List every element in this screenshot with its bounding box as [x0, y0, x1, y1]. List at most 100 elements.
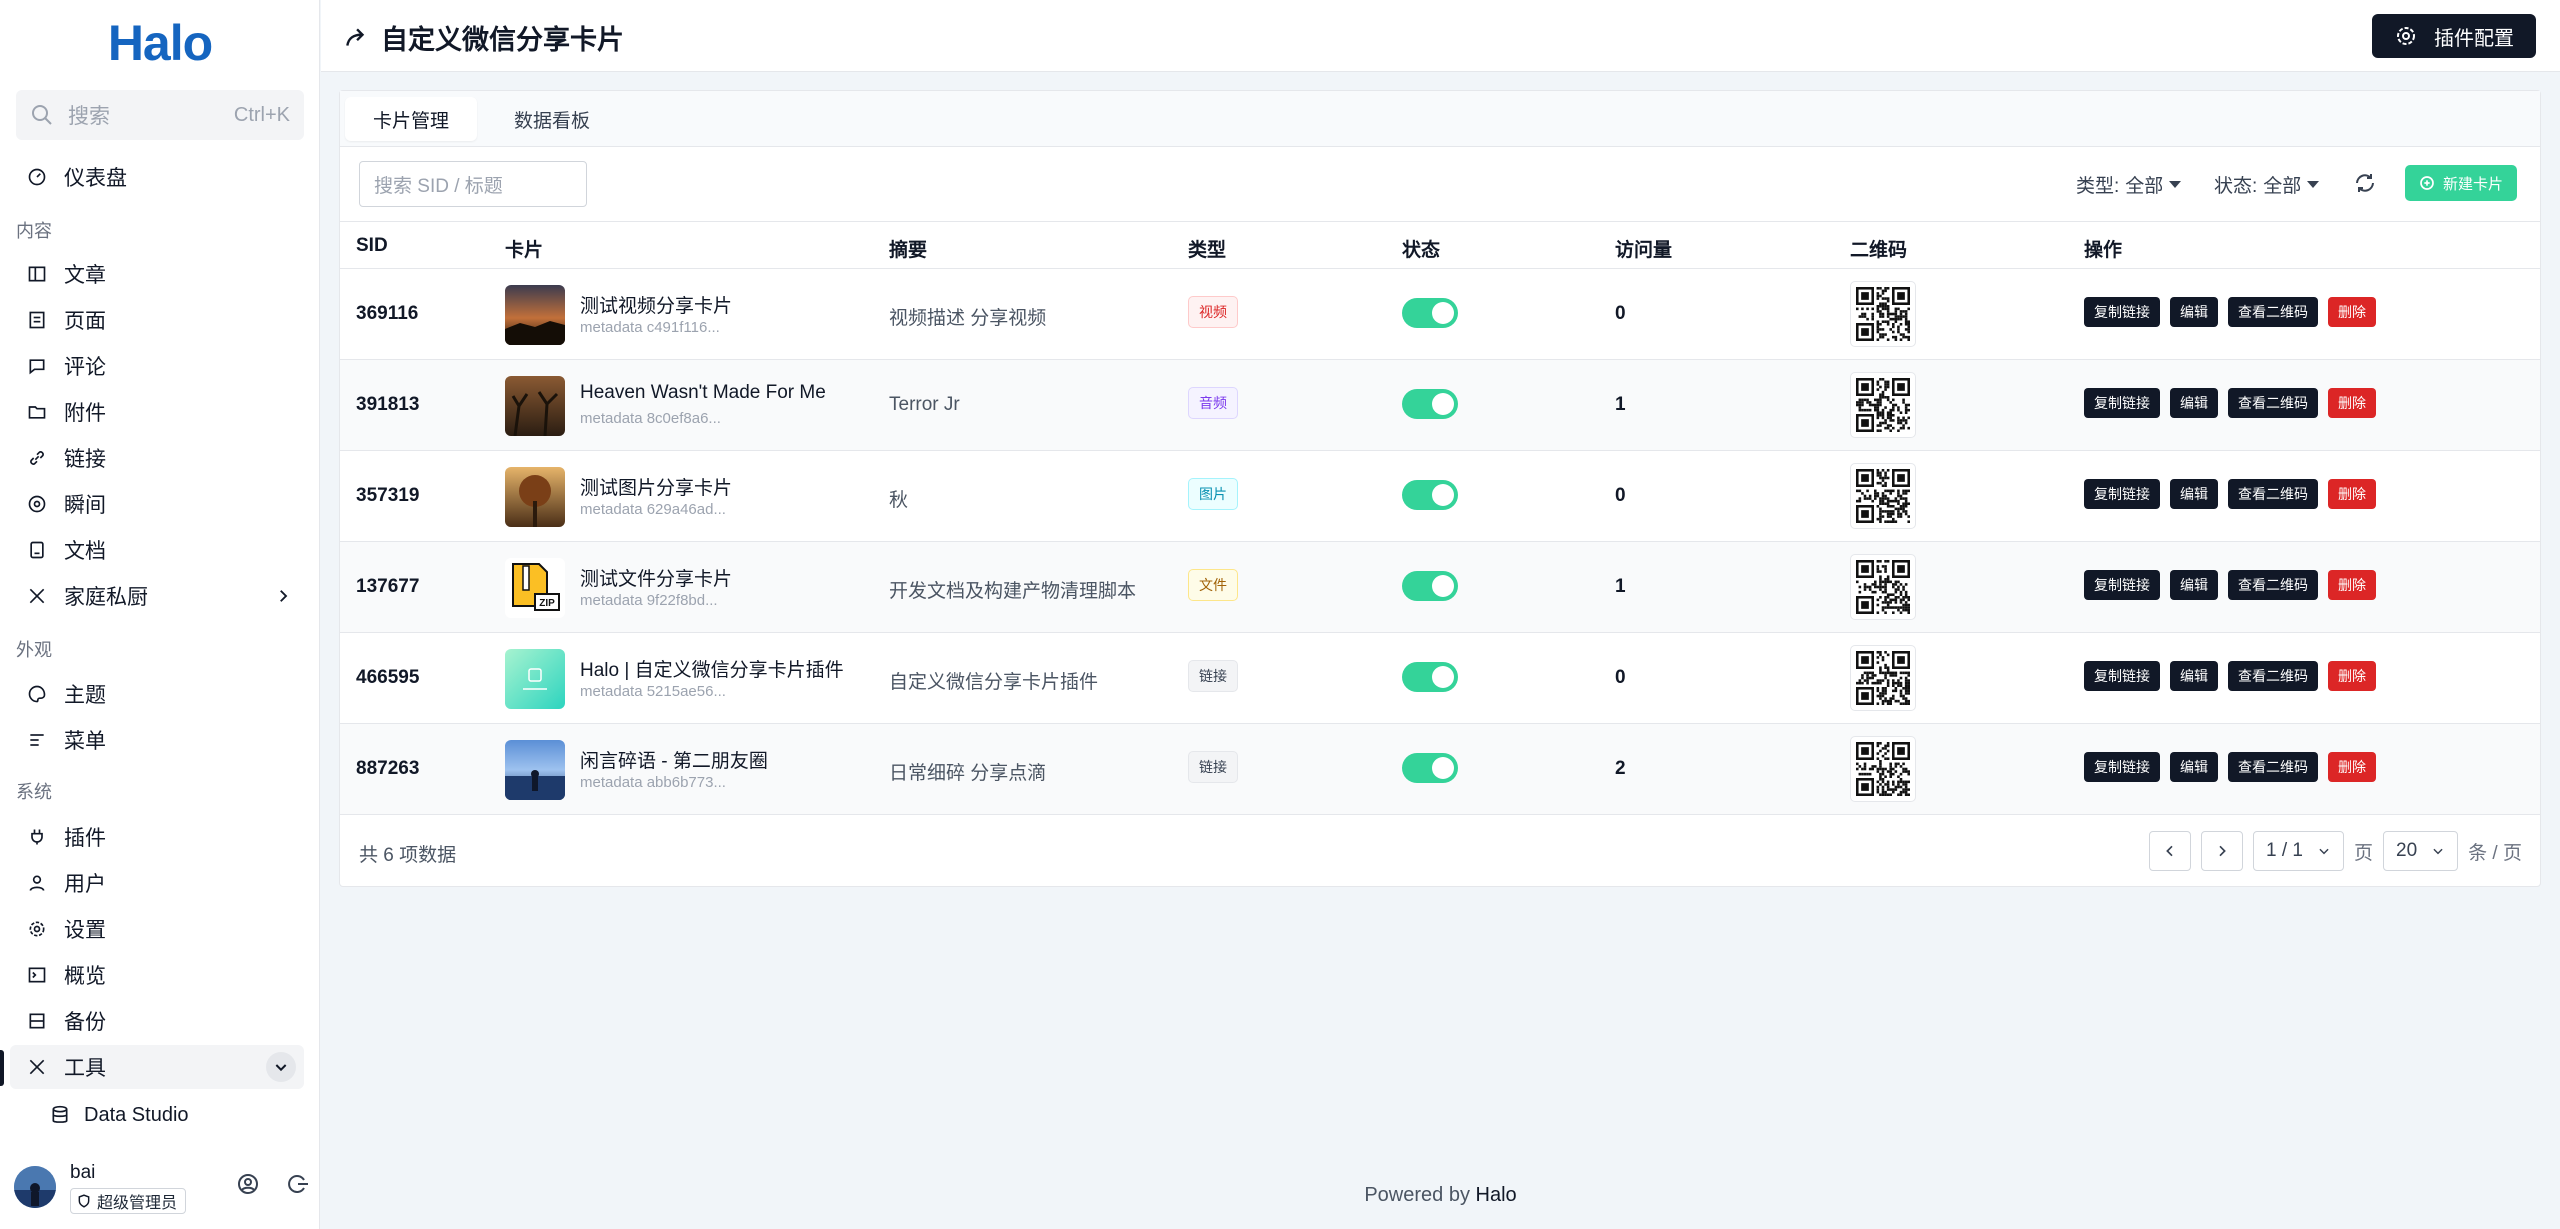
sidebar-item-posts[interactable]: 文章: [10, 252, 304, 296]
sidebar-item-settings[interactable]: 设置: [10, 907, 304, 951]
palette-icon: [26, 683, 48, 705]
delete-button[interactable]: 删除: [2328, 570, 2376, 600]
card-title: Heaven Wasn't Made For Me: [580, 382, 826, 403]
edit-button[interactable]: 编辑: [2170, 388, 2218, 418]
delete-button[interactable]: 删除: [2328, 388, 2376, 418]
sidebar-item-label: 链接: [64, 448, 106, 471]
table-row: 466595 Halo | 自定义微信分享卡片插件 metadata 5215ae5…: [340, 633, 2540, 724]
plugin-config-label: 插件配置: [2434, 27, 2514, 50]
profile-icon[interactable]: [236, 1172, 260, 1196]
page-select[interactable]: 1 / 1: [2253, 831, 2344, 871]
status-filter[interactable]: 状态: 全部: [2214, 171, 2320, 198]
delete-button[interactable]: 删除: [2328, 297, 2376, 327]
database-icon: [52, 1105, 68, 1123]
sidebar-item-menus[interactable]: 菜单: [10, 718, 304, 762]
status-toggle[interactable]: [1402, 571, 1458, 601]
sidebar-item-backup[interactable]: 备份: [10, 999, 304, 1043]
sidebar-item-links[interactable]: 链接: [10, 436, 304, 480]
qr-code[interactable]: [1850, 463, 1916, 529]
sid-title-search-input[interactable]: 搜索 SID / 标题: [359, 161, 587, 207]
sidebar-item-comments[interactable]: 评论: [10, 344, 304, 388]
view-qr-button[interactable]: 查看二维码: [2228, 570, 2318, 600]
sidebar-item-label: 备份: [64, 1011, 106, 1034]
delete-button[interactable]: 删除: [2328, 752, 2376, 782]
qr-code[interactable]: [1850, 372, 1916, 438]
sidebar-item-dashboard[interactable]: 仪表盘: [10, 155, 304, 199]
logout-icon[interactable]: [286, 1172, 310, 1196]
type-filter[interactable]: 类型: 全部: [2076, 171, 2182, 198]
refresh-icon[interactable]: [2353, 171, 2377, 195]
view-qr-button[interactable]: 查看二维码: [2228, 752, 2318, 782]
copy-link-button[interactable]: 复制链接: [2084, 661, 2160, 691]
copy-link-button[interactable]: 复制链接: [2084, 388, 2160, 418]
chevron-right-icon[interactable]: [274, 587, 292, 605]
copy-link-button[interactable]: 复制链接: [2084, 479, 2160, 509]
caret-down-icon: [2169, 181, 2182, 188]
table-header: SID 卡片 摘要 类型 状态 访问量 二维码 操作: [340, 221, 2540, 269]
edit-button[interactable]: 编辑: [2170, 297, 2218, 327]
status-toggle[interactable]: [1402, 389, 1458, 419]
status-toggle[interactable]: [1402, 753, 1458, 783]
view-qr-button[interactable]: 查看二维码: [2228, 297, 2318, 327]
share-icon: [346, 27, 365, 46]
sidebar-item-moments[interactable]: 瞬间: [10, 482, 304, 526]
sidebar-item-label: 工具: [64, 1057, 106, 1080]
copy-link-button[interactable]: 复制链接: [2084, 297, 2160, 327]
powered-brand[interactable]: Halo: [1476, 1184, 1517, 1206]
halo-logo[interactable]: Halo: [0, 14, 320, 72]
card-metadata: metadata 5215ae56...: [580, 683, 726, 700]
card-summary: 开发文档及构建产物清理脚本: [889, 581, 1137, 602]
tab-dashboard[interactable]: 数据看板: [486, 97, 618, 141]
sidebar-item-themes[interactable]: 主题: [10, 672, 304, 716]
visit-count: 1: [1615, 576, 1626, 597]
prev-page-button[interactable]: [2149, 831, 2192, 871]
folder-icon: [26, 401, 48, 423]
sidebar-item-pages[interactable]: 页面: [10, 298, 304, 342]
copy-link-button[interactable]: 复制链接: [2084, 570, 2160, 600]
delete-button[interactable]: 删除: [2328, 661, 2376, 691]
chevron-down-icon[interactable]: [266, 1052, 296, 1082]
tab-card-management[interactable]: 卡片管理: [345, 97, 478, 141]
next-page-button[interactable]: [2201, 831, 2244, 871]
row-sid: 391813: [356, 394, 420, 415]
chevron-down-icon: [2433, 848, 2443, 855]
sidebar-item-docs[interactable]: 文档: [10, 528, 304, 572]
qr-code[interactable]: [1850, 645, 1916, 711]
edit-button[interactable]: 编辑: [2170, 752, 2218, 782]
column-header: SID: [356, 235, 388, 256]
plugin-config-button[interactable]: 插件配置: [2372, 14, 2536, 58]
sidebar-item-attachments[interactable]: 附件: [10, 390, 304, 434]
qr-code[interactable]: [1850, 281, 1916, 347]
user-panel: bai 超级管理员: [14, 1162, 310, 1218]
view-qr-button[interactable]: 查看二维码: [2228, 661, 2318, 691]
sidebar-item-overview[interactable]: 概览: [10, 953, 304, 997]
qr-code[interactable]: [1850, 736, 1916, 802]
status-toggle[interactable]: [1402, 298, 1458, 328]
sidebar-subitem-data-studio[interactable]: Data Studio: [50, 1098, 189, 1132]
sidebar-item-kitchen[interactable]: 家庭私厨: [10, 574, 304, 618]
sidebar-item-plugins[interactable]: 插件: [10, 815, 304, 859]
sidebar-search[interactable]: 搜索 Ctrl+K: [16, 90, 304, 140]
row-sid: 369116: [356, 303, 419, 324]
edit-button[interactable]: 编辑: [2170, 570, 2218, 600]
page-size-select[interactable]: 20: [2383, 831, 2459, 871]
status-toggle[interactable]: [1402, 662, 1458, 692]
qr-code[interactable]: [1850, 554, 1916, 620]
delete-button[interactable]: 删除: [2328, 479, 2376, 509]
edit-button[interactable]: 编辑: [2170, 661, 2218, 691]
edit-button[interactable]: 编辑: [2170, 479, 2218, 509]
status-toggle[interactable]: [1402, 480, 1458, 510]
type-badge: 文件: [1188, 569, 1238, 601]
sidebar-item-label: 文档: [64, 540, 106, 563]
document-icon: [26, 539, 48, 561]
view-qr-button[interactable]: 查看二维码: [2228, 388, 2318, 418]
new-card-button[interactable]: 新建卡片: [2405, 165, 2518, 201]
terminal-icon: [26, 964, 48, 986]
view-qr-button[interactable]: 查看二维码: [2228, 479, 2318, 509]
user-actions: [236, 1172, 310, 1196]
copy-link-button[interactable]: 复制链接: [2084, 752, 2160, 782]
sidebar-item-tools[interactable]: 工具: [10, 1045, 304, 1089]
sidebar-item-users[interactable]: 用户: [10, 861, 304, 905]
avatar[interactable]: [14, 1166, 56, 1208]
caret-down-icon: [2307, 181, 2320, 188]
